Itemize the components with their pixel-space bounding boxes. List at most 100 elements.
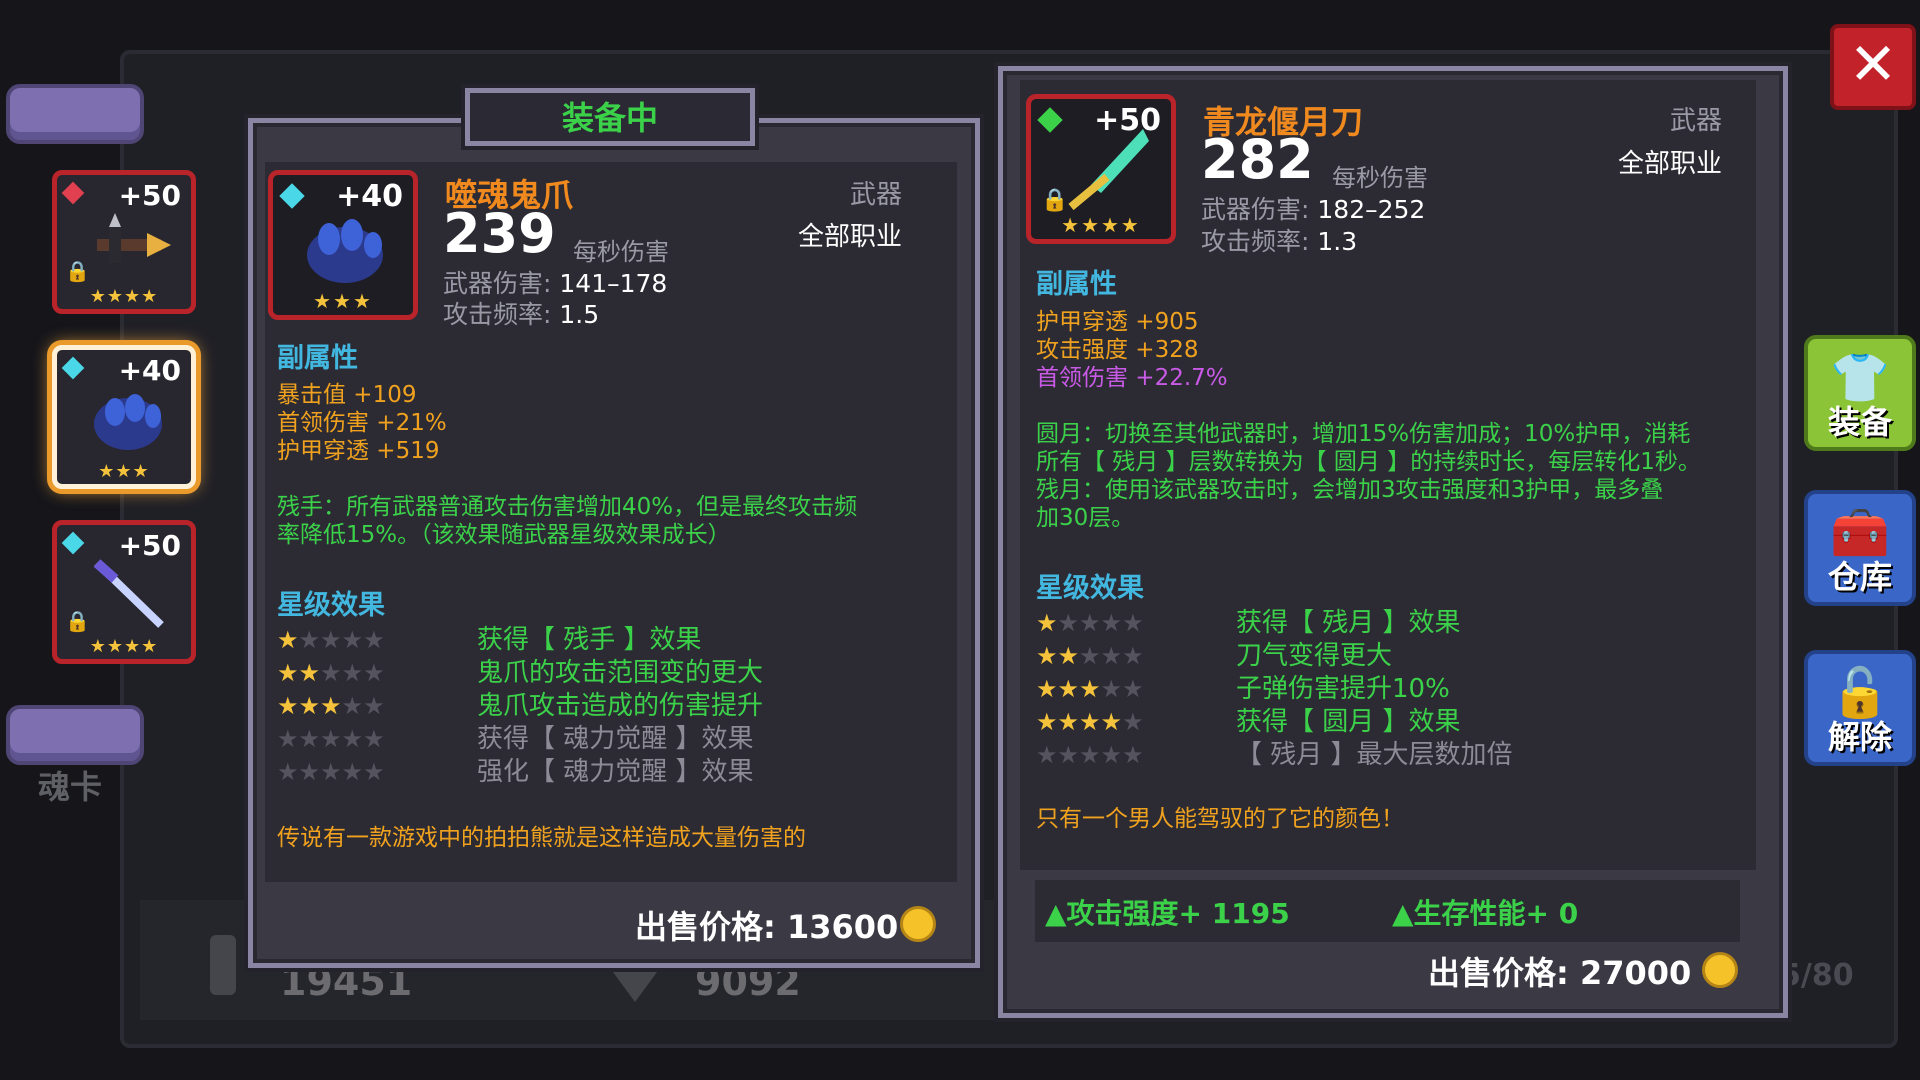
star-effect-text: 获得【 残月 】效果 (1236, 608, 1461, 638)
background-page-count: 5/80 (1780, 958, 1854, 993)
scroll-up-tab[interactable] (6, 84, 144, 144)
slot-level: +50 (118, 179, 181, 212)
equipped-sub-1: 暴击值 +109 (277, 382, 417, 408)
gold-coin-icon (1702, 952, 1738, 988)
star-effect-text: 获得【 残手 】效果 (477, 625, 702, 655)
cyan-gem-icon (61, 531, 85, 555)
storage-button[interactable]: 🧰 仓库 (1804, 490, 1916, 606)
ghost-claw-icon (94, 394, 162, 450)
star-effect-row: ★★★★★ 鬼爪的攻击范围变的更大 (277, 657, 877, 690)
diff-attack-text: 攻击强度+ 1195 (1066, 897, 1290, 930)
equipped-sub-3: 护甲穿透 +519 (277, 438, 440, 464)
compare-star-title: 星级效果 (1036, 573, 1144, 604)
sword-icon (93, 559, 164, 628)
equipped-sell-price: 出售价格: 13600 (635, 908, 899, 946)
star-rating: ★★★★★ (1036, 609, 1144, 637)
up-arrow-icon: ▲ (1392, 897, 1414, 930)
equipped-star-title: 星级效果 (277, 590, 385, 621)
star-rating: ★★★★★ (277, 725, 385, 753)
crossbow-weapon-icon (97, 213, 171, 263)
slot-stars: ★★★ (98, 461, 150, 482)
gold-coin-icon (900, 906, 936, 942)
inventory-slot-1[interactable]: +50 🔒 ★★★★ (52, 170, 196, 314)
cyan-gem-icon (279, 183, 305, 209)
equipped-category: 武器 (849, 180, 902, 210)
star-effect-row: ★★★★★ 【 残月 】最大层数加倍 (1036, 739, 1676, 772)
lock-icon: 🔒 (65, 259, 90, 283)
item-stars: ★★★★ (1061, 213, 1141, 237)
equipped-sub-2: 首领伤害 +21% (277, 410, 447, 436)
star-rating: ★★★★★ (1036, 642, 1144, 670)
equipped-passive-1: 残手：所有武器普通攻击伤害增加40%，但是最终攻击频 (277, 494, 858, 520)
compare-desc-3: 残月：使用该武器攻击时，会增加3攻击强度和3护甲，最多叠 (1036, 477, 1664, 503)
compare-dps: 282 (1201, 128, 1314, 191)
star-effect-text: 鬼爪攻击造成的伤害提升 (477, 691, 764, 721)
slot-level: +50 (118, 529, 181, 562)
guandao-blade-icon (1068, 129, 1149, 211)
soul-card-label: 魂卡 (38, 768, 103, 806)
up-arrow-icon: ▲ (1045, 897, 1067, 930)
star-effect-row: ★★★★★ 获得【 圆月 】效果 (1036, 706, 1676, 739)
star-effect-row: ★★★★★ 获得【 残月 】效果 (1036, 607, 1676, 640)
compare-class: 全部职业 (1617, 149, 1722, 179)
red-gem-icon (61, 181, 85, 205)
compare-desc-2: 所有【 残月 】层数转换为【 圆月 】的持续时长，每层转化1秒。 (1036, 449, 1701, 475)
star-rating: ★★★★★ (277, 626, 385, 654)
scroll-down-tab[interactable] (6, 705, 144, 765)
slot-stars: ★★★★ (89, 636, 159, 657)
star-rating: ★★★★★ (277, 692, 385, 720)
compare-diff-attack: ▲攻击强度+ 1195 (1045, 892, 1290, 932)
equipped-rate: 攻击频率: 1.5 (443, 295, 599, 331)
inventory-slot-2-selected[interactable]: +40 ★★★ (52, 345, 196, 489)
equipped-item-icon: +40 ★★★ (268, 170, 418, 320)
star-rating: ★★★★★ (1036, 708, 1144, 736)
item-stars: ★★★ (313, 289, 373, 313)
close-button[interactable]: ✕ (1830, 24, 1916, 110)
equipped-flavor-text: 传说有一款游戏中的拍拍熊就是这样造成大量伤害的 (277, 825, 806, 851)
equipped-dps: 239 (443, 202, 556, 265)
damage-key: 武器伤害: (443, 269, 552, 298)
equipped-class: 全部职业 (797, 222, 902, 252)
compare-diff-survive: ▲生存性能+ 0 (1392, 892, 1578, 932)
green-gem-icon (1037, 107, 1063, 133)
star-effect-text: 获得【 圆月 】效果 (1236, 707, 1461, 737)
star-rating: ★★★★★ (277, 659, 385, 687)
compare-item-icon: +50 🔒 ★★★★ (1026, 94, 1176, 244)
compare-desc-4: 加30层。 (1036, 505, 1135, 531)
damage-value: 182–252 (1317, 195, 1426, 224)
star-effect-text: 强化【 魂力觉醒 】效果 (477, 757, 754, 787)
equip-button[interactable]: 👕 装备 (1804, 335, 1916, 451)
equipped-tag: 装备中 (465, 88, 755, 146)
compare-damage: 武器伤害: 182–252 (1201, 190, 1425, 226)
star-effect-row: ★★★★★ 获得【 魂力觉醒 】效果 (277, 723, 877, 756)
star-effect-text: 获得【 魂力觉醒 】效果 (477, 724, 754, 754)
damage-value: 141–178 (559, 269, 668, 298)
compare-flavor-text: 只有一个男人能驾驭的了它的颜色！ (1036, 806, 1404, 832)
star-effect-text: 【 残月 】最大层数加倍 (1236, 740, 1513, 770)
star-rating: ★★★★★ (1036, 741, 1144, 769)
damage-key: 武器伤害: (1201, 195, 1310, 224)
star-effect-text: 刀气变得更大 (1236, 641, 1393, 671)
star-effect-row: ★★★★★ 获得【 残手 】效果 (277, 624, 877, 657)
star-effect-row: ★★★★★ 子弹伤害提升10% (1036, 673, 1676, 706)
star-effect-text: 鬼爪的攻击范围变的更大 (477, 658, 764, 688)
unlock-button[interactable]: 🔓 解除 (1804, 650, 1916, 766)
lock-icon: 🔒 (65, 609, 90, 633)
storage-label: 仓库 (1827, 558, 1892, 596)
inventory-slot-3[interactable]: +50 🔒 ★★★★ (52, 520, 196, 664)
compare-sub-2: 攻击强度 +328 (1036, 337, 1199, 363)
equipped-passive-2: 率降低15%。（该效果随武器星级效果成长） (277, 522, 731, 548)
compare-desc-1: 圆月：切换至其他武器时，增加15%伤害加成；10%护甲，消耗 (1036, 421, 1691, 447)
star-effect-row: ★★★★★ 鬼爪攻击造成的伤害提升 (277, 690, 877, 723)
star-effect-row: ★★★★★ 强化【 魂力觉醒 】效果 (277, 756, 877, 789)
lock-icon: 🔒 (1041, 188, 1069, 213)
compare-sub-title: 副属性 (1036, 269, 1117, 300)
equipped-star-effects: ★★★★★ 获得【 残手 】效果 ★★★★★ 鬼爪的攻击范围变的更大 ★★★★★… (277, 624, 877, 789)
equipped-sub-title: 副属性 (277, 343, 358, 374)
rate-key: 攻击频率: (1201, 227, 1310, 256)
star-rating: ★★★★★ (1036, 675, 1144, 703)
star-effect-row: ★★★★★ 刀气变得更大 (1036, 640, 1676, 673)
rate-value: 1.5 (559, 300, 600, 329)
compare-sub-3: 首领伤害 +22.7% (1036, 365, 1228, 391)
compare-category: 武器 (1669, 106, 1722, 136)
